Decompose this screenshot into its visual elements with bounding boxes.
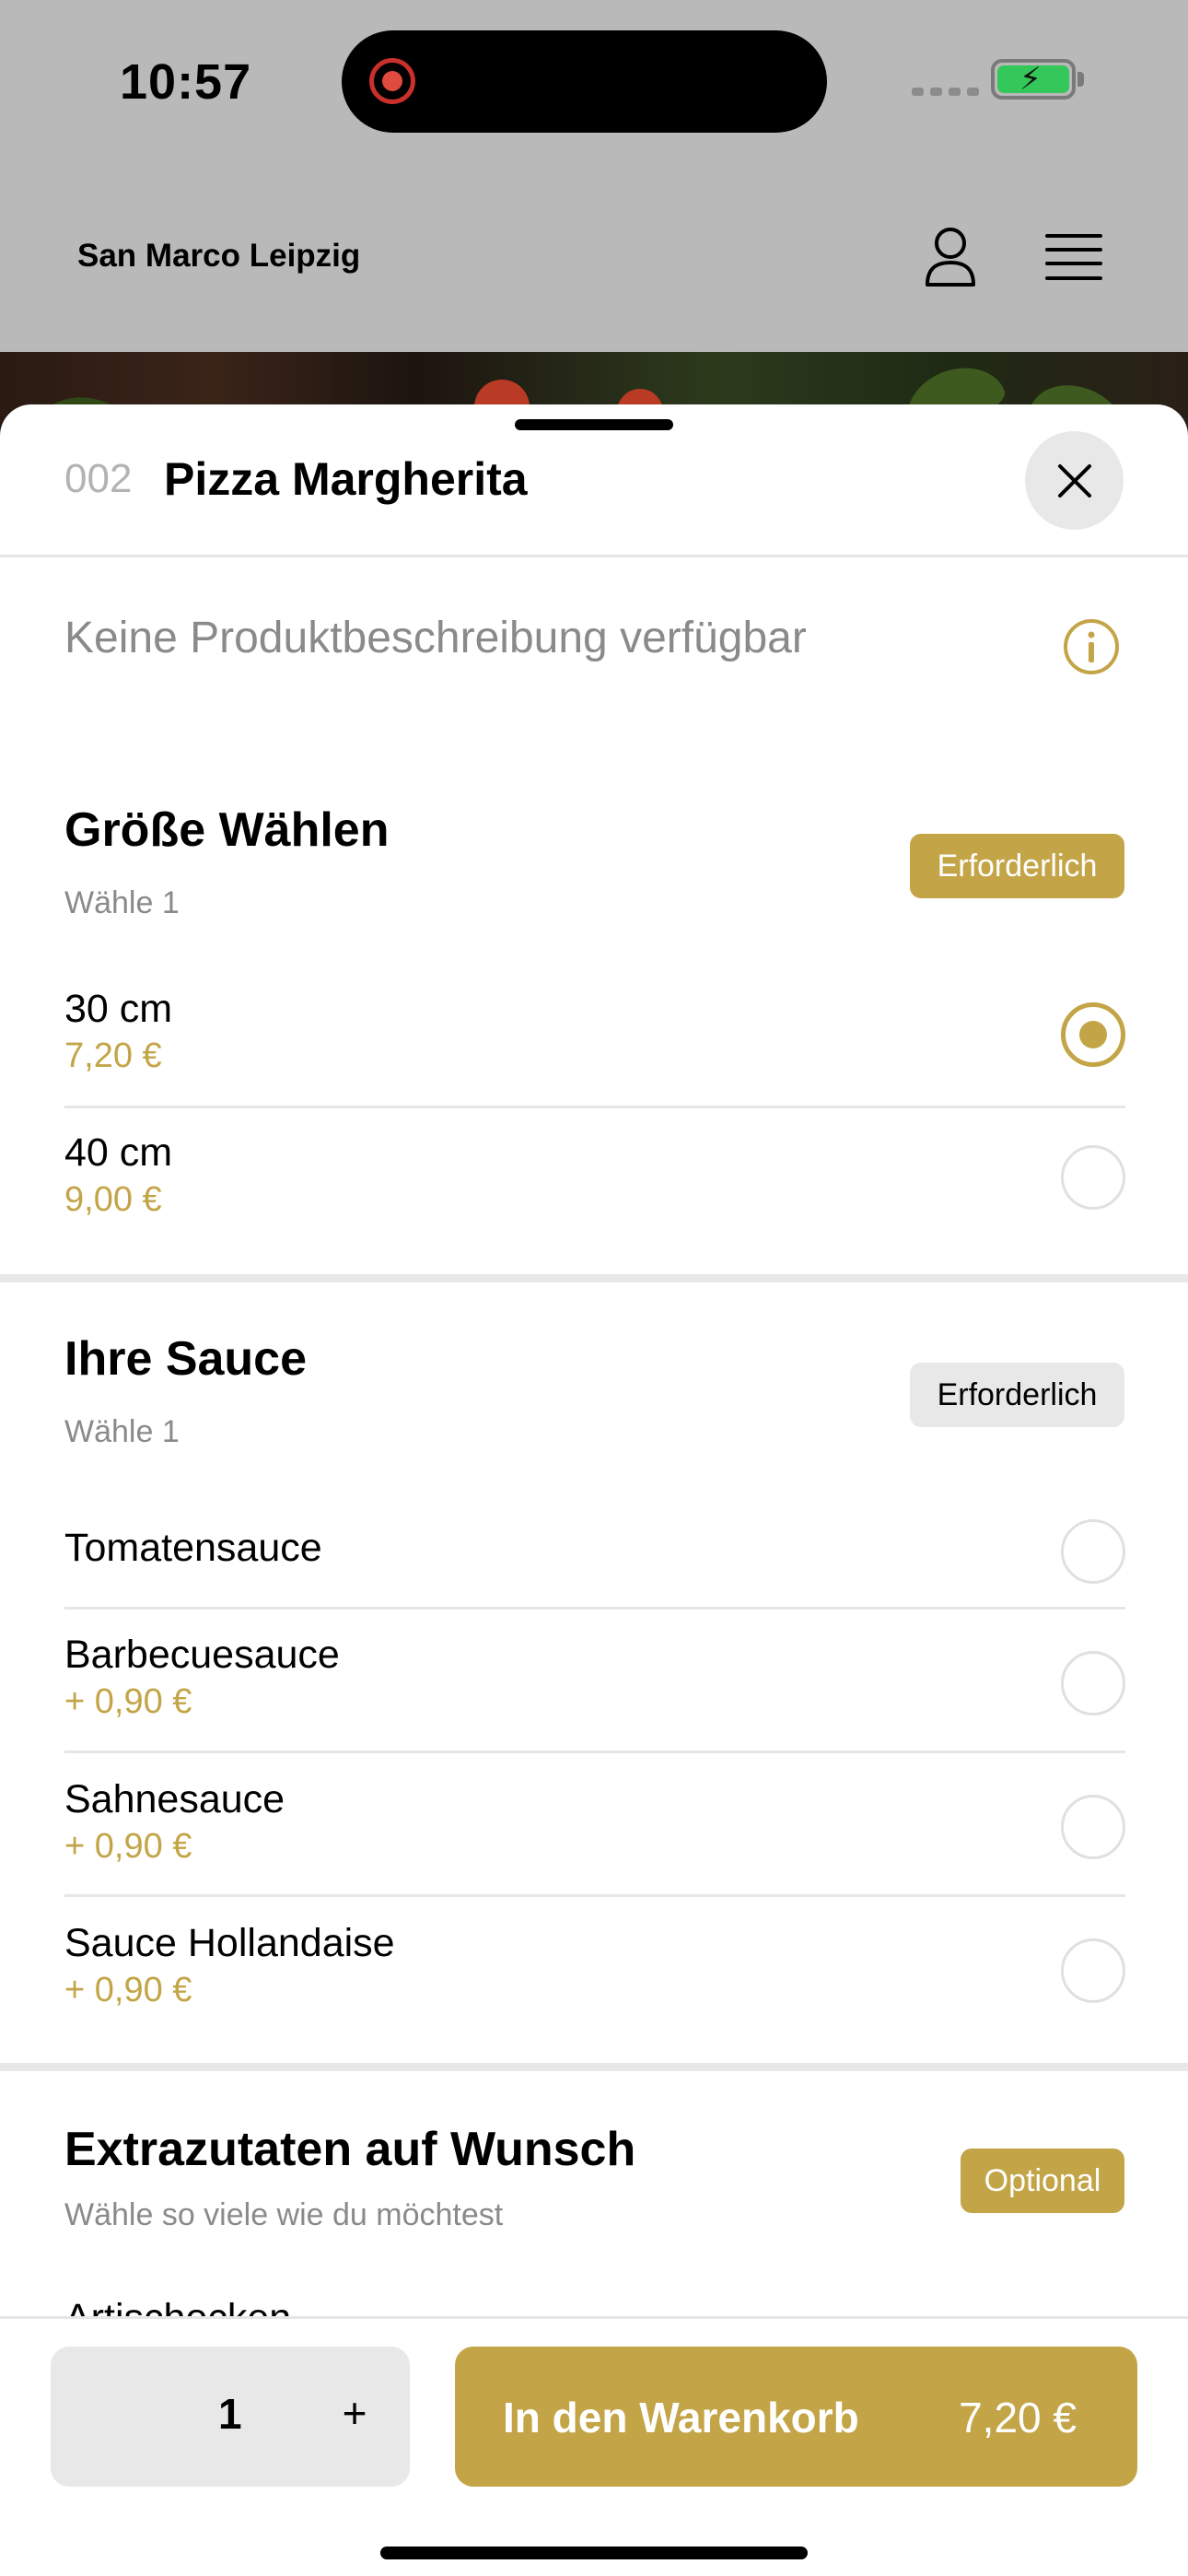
option-price: + 0,90 € xyxy=(64,1682,192,1721)
radio-sauce-hollandaise[interactable] xyxy=(1061,1938,1125,2003)
radio-sahnesauce[interactable] xyxy=(1061,1795,1125,1859)
radio-40cm[interactable] xyxy=(1061,1145,1125,1210)
home-indicator xyxy=(380,2547,808,2559)
divider xyxy=(64,1751,1125,1753)
dynamic-island xyxy=(342,30,827,133)
battery-icon: ⚡ xyxy=(991,59,1076,100)
option-label: Barbecuesauce xyxy=(64,1633,340,1677)
menu-icon[interactable] xyxy=(1045,232,1102,284)
divider xyxy=(64,1894,1125,1897)
status-time: 10:57 xyxy=(120,54,252,110)
section-title-size: Größe Wählen xyxy=(64,803,390,857)
radio-30cm[interactable] xyxy=(1061,1002,1125,1067)
section-divider xyxy=(0,1274,1188,1282)
section-subtitle-size: Wähle 1 xyxy=(64,885,180,920)
quantity-value: 1 xyxy=(218,2390,242,2438)
section-subtitle-sauce: Wähle 1 xyxy=(64,1414,180,1449)
optional-badge: Optional xyxy=(961,2149,1124,2213)
required-badge: Erforderlich xyxy=(910,834,1124,898)
option-price: + 0,90 € xyxy=(64,1827,192,1866)
bottom-action-bar: 1 + In den Warenkorb 7,20 € xyxy=(0,2316,1188,2576)
required-badge: Erforderlich xyxy=(910,1363,1124,1427)
close-button[interactable] xyxy=(1025,431,1124,530)
divider xyxy=(64,1607,1125,1610)
brand-name: San Marco Leipzig xyxy=(77,238,361,274)
option-label: Sauce Hollandaise xyxy=(64,1921,395,1965)
product-description: Keine Produktbeschreibung verfügbar xyxy=(64,614,807,662)
section-title-extras: Extrazutaten auf Wunsch xyxy=(64,2123,636,2176)
add-to-cart-price: 7,20 € xyxy=(959,2394,1077,2441)
product-sheet: 002 Pizza Margherita Keine Produktbeschr… xyxy=(0,404,1188,2576)
option-price: 9,00 € xyxy=(64,1180,162,1219)
radio-tomatensauce[interactable] xyxy=(1061,1519,1125,1584)
charging-bolt-icon: ⚡ xyxy=(1019,62,1042,97)
option-label: 40 cm xyxy=(64,1130,173,1175)
close-icon xyxy=(1057,463,1091,498)
quantity-stepper[interactable]: 1 + xyxy=(51,2347,410,2487)
battery-tip xyxy=(1077,72,1084,87)
section-title-sauce: Ihre Sauce xyxy=(64,1332,308,1386)
option-price: 7,20 € xyxy=(64,1036,162,1075)
product-number: 002 xyxy=(64,456,133,501)
sheet-grabber[interactable] xyxy=(515,419,673,430)
option-label: 30 cm xyxy=(64,987,173,1031)
option-label: Tomatensauce xyxy=(64,1526,322,1570)
option-label: Sahnesauce xyxy=(64,1777,285,1821)
section-subtitle-extras: Wähle so viele wie du möchtest xyxy=(64,2197,504,2232)
info-icon[interactable] xyxy=(1063,618,1120,675)
add-to-cart-label: In den Warenkorb xyxy=(503,2394,859,2441)
divider xyxy=(0,555,1188,557)
divider xyxy=(64,1106,1125,1108)
option-price: + 0,90 € xyxy=(64,1971,192,2009)
add-to-cart-button[interactable]: In den Warenkorb 7,20 € xyxy=(455,2347,1137,2487)
signal-icon xyxy=(912,88,979,96)
section-divider xyxy=(0,2063,1188,2071)
user-icon[interactable] xyxy=(924,226,977,288)
recording-indicator-icon xyxy=(369,58,415,104)
plus-icon[interactable]: + xyxy=(327,2385,382,2441)
product-title: Pizza Margherita xyxy=(164,453,528,505)
radio-barbecuesauce[interactable] xyxy=(1061,1651,1125,1715)
